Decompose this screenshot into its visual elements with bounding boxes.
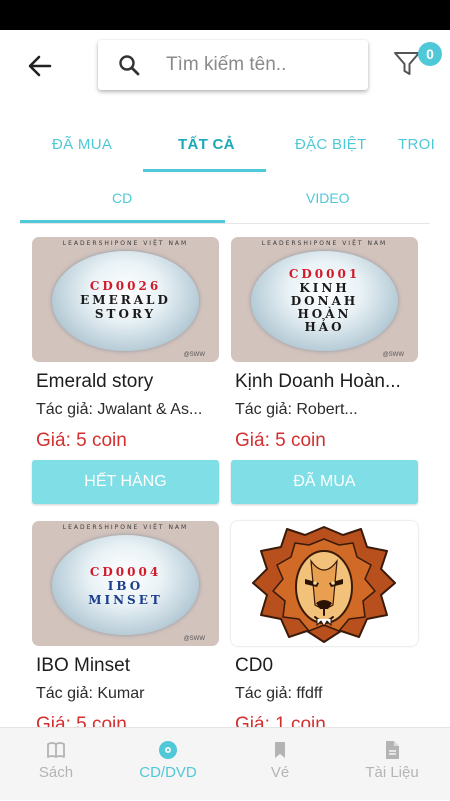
tab-overflow[interactable]: TROI [398, 136, 435, 153]
cover-title-line: HẢO [304, 320, 345, 334]
bookmark-icon [275, 742, 285, 758]
filter-count-badge: 0 [418, 42, 442, 66]
nav-documents[interactable]: Tài Liệu [336, 728, 448, 801]
cover-brand: LEADERSHIPONE VIỆT NAM [62, 524, 189, 531]
product-price: Giá: 5 coin [235, 430, 326, 451]
nav-label: CD/DVD [139, 764, 197, 781]
product-title: Emerald story [36, 371, 154, 392]
product-title: CD0 [235, 655, 274, 676]
product-price: Giá: 1 coin [235, 714, 326, 727]
cover-brand: LEADERSHIPONE VIỆT NAM [62, 240, 189, 247]
cover-title-line: HOÀN [297, 307, 352, 321]
cover-code: CD0001 [288, 267, 361, 281]
purchased-button[interactable]: ĐÃ MUA [231, 460, 418, 504]
cover-title-line: MINSET [88, 593, 163, 607]
bottom-navigation: Sách CD/DVD Vé Tài Liệu [0, 727, 450, 800]
subtab-cd[interactable]: CD [112, 190, 132, 206]
search-placeholder[interactable]: Tìm kiếm tên.. [166, 54, 286, 76]
back-arrow-icon[interactable] [24, 50, 56, 82]
product-cover[interactable]: LEADERSHIPONE VIỆT NAM CD0004 IBO MINSET… [32, 521, 219, 646]
lion-face-image [252, 526, 396, 643]
sold-out-button[interactable]: HẾT HÀNG [32, 460, 219, 504]
product-author: Tác giả: Kumar [36, 685, 145, 702]
app-bar: Tìm kiếm tên.. 0 [0, 30, 450, 102]
product-price: Giá: 5 coin [36, 714, 127, 727]
cover-title-line: IBO [107, 579, 144, 593]
product-author: Tác giả: ffdff [235, 685, 323, 702]
category-tabs: ĐÃ MUA TẤT CẢ ĐẶC BIỆT TROI [0, 122, 450, 172]
product-cover[interactable]: LEADERSHIPONE VIỆT NAM CD0026 EMERALD ST… [32, 237, 219, 362]
product-author: Tác giả: Jwalant & As... [36, 401, 203, 418]
product-cover[interactable]: LEADERSHIPONE VIỆT NAM CD0001 KINH DONAH… [231, 237, 418, 362]
product-title: Kịnh Doanh Hoàn... [235, 371, 401, 392]
media-subtabs: CD VIDEO [20, 172, 430, 224]
tab-all[interactable]: TẤT CẢ [178, 136, 235, 153]
product-grid: LEADERSHIPONE VIỆT NAM CD0026 EMERALD ST… [0, 237, 450, 727]
disc-icon [159, 741, 177, 759]
search-icon [119, 55, 140, 76]
nav-cd-dvd[interactable]: CD/DVD [112, 728, 224, 801]
book-icon [47, 742, 65, 758]
cover-title-line: DONAH [290, 294, 359, 308]
cover-title-line: STORY [94, 307, 157, 321]
nav-label: Tài Liệu [365, 764, 419, 781]
cover-brand: LEADERSHIPONE VIỆT NAM [261, 240, 388, 247]
nav-label: Vé [270, 764, 290, 781]
search-box[interactable]: Tìm kiếm tên.. [98, 40, 368, 90]
cover-mark: @SWW [183, 636, 205, 642]
cover-title-line: KINH [299, 281, 350, 295]
cover-code: CD0004 [89, 565, 162, 579]
document-icon [386, 741, 399, 759]
subtab-indicator [20, 220, 225, 223]
tab-purchased[interactable]: ĐÃ MUA [52, 136, 112, 153]
nav-label: Sách [38, 764, 74, 781]
cover-code: CD0026 [89, 279, 162, 293]
cover-mark: @SWW [382, 352, 404, 358]
subtab-video[interactable]: VIDEO [306, 190, 350, 206]
product-author: Tác giả: Robert... [235, 401, 358, 418]
nav-tickets[interactable]: Vé [224, 728, 336, 801]
nav-books[interactable]: Sách [0, 728, 112, 801]
product-title: IBO Minset [36, 655, 130, 676]
product-cover[interactable] [231, 521, 418, 646]
status-bar [0, 0, 450, 30]
cover-mark: @SWW [183, 352, 205, 358]
tab-special[interactable]: ĐẶC BIỆT [295, 136, 367, 153]
product-price: Giá: 5 coin [36, 430, 127, 451]
cover-title-line: EMERALD [80, 293, 171, 307]
